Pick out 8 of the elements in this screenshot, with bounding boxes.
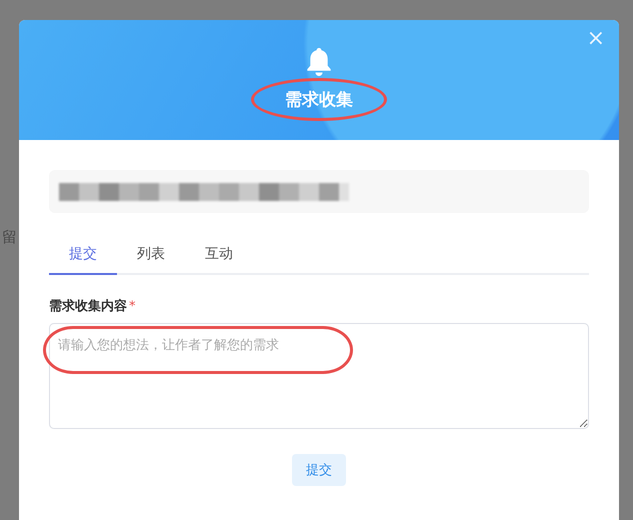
field-label: 需求收集内容* — [49, 298, 136, 315]
submit-button[interactable]: 提交 — [292, 454, 346, 486]
tab[interactable]: 提交 — [49, 237, 117, 275]
tab[interactable]: 列表 — [117, 237, 185, 275]
dialog-title: 需求收集 — [285, 88, 353, 111]
input-field[interactable]: 请输入您的想法，让作者了解您的需求 — [49, 323, 589, 429]
tab[interactable]: 互动 — [185, 237, 253, 275]
bell-icon — [305, 46, 333, 76]
